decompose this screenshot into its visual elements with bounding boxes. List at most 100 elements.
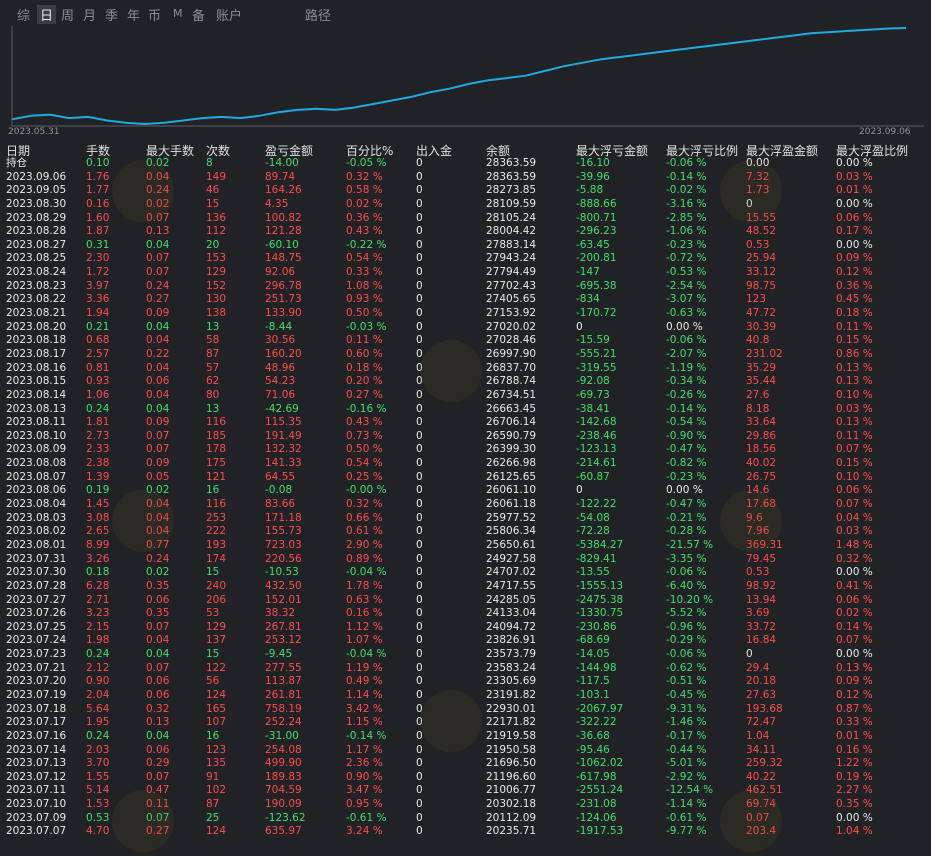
- cell-profit: 723.03: [265, 538, 302, 551]
- cell-balance: 23573.79: [486, 648, 537, 661]
- cell-date: 2023.08.03: [6, 511, 67, 524]
- cell-lots: 1.39: [86, 470, 110, 483]
- table-row: 2023.08.10 2.73 0.07 185 191.49 0.73 % 0 26590.…: [0, 430, 931, 444]
- cell-deposit: 0: [416, 266, 423, 279]
- cell-max-float-profit: 27.6: [746, 388, 770, 401]
- tab-account[interactable]: 账户: [216, 5, 242, 24]
- cell-profit: 261.81: [265, 688, 302, 701]
- table-header: 日期 手数 最大手数 次数 盈亏金额 百分比% 出入金 余额 最大浮亏金额 最大…: [0, 142, 931, 158]
- cell-max-lots: 0.22: [146, 347, 170, 360]
- cell-max-float-loss: -555.21: [576, 347, 617, 360]
- cell-deposit: 0: [416, 443, 423, 456]
- cell-deposit: 0: [416, 757, 423, 770]
- cell-date: 2023.07.20: [6, 675, 67, 688]
- cell-deposit: 0: [416, 429, 423, 442]
- cell-max-float-profit: 231.02: [746, 347, 783, 360]
- cell-trades: 253: [206, 511, 227, 524]
- cell-max-lots: 0.09: [146, 457, 170, 470]
- cell-max-float-loss: -296.23: [576, 225, 617, 238]
- cell-profit: 89.74: [265, 170, 296, 183]
- cell-max-float-profit-ratio: 0.01 %: [836, 729, 873, 742]
- cell-date: 2023.07.09: [6, 811, 67, 824]
- cell-date: 2023.08.13: [6, 402, 67, 415]
- cell-max-float-profit-ratio: 0.86 %: [836, 347, 873, 360]
- cell-date: 2023.07.23: [6, 648, 67, 661]
- cell-max-float-loss: 0: [576, 484, 583, 497]
- cell-balance: 20235.71: [486, 825, 537, 838]
- cell-trades: 13: [206, 402, 220, 415]
- cell-trades: 15: [206, 197, 220, 210]
- cell-balance: 25650.61: [486, 538, 537, 551]
- cell-balance: 26266.98: [486, 457, 537, 470]
- cell-trades: 240: [206, 579, 227, 592]
- cell-max-float-profit-ratio: 0.13 %: [836, 661, 873, 674]
- cell-max-lots: 0.04: [146, 648, 170, 661]
- cell-lots: 0.16: [86, 197, 110, 210]
- cell-max-float-loss-ratio: -0.17 %: [666, 729, 707, 742]
- cell-max-float-loss-ratio: -3.35 %: [666, 552, 707, 565]
- cell-trades: 138: [206, 307, 227, 320]
- cell-max-float-loss: -54.08: [576, 511, 610, 524]
- cell-percent: 0.50 %: [346, 307, 383, 320]
- cell-max-lots: 0.06: [146, 743, 170, 756]
- tab-yearly[interactable]: 年: [127, 5, 140, 24]
- cell-date: 2023.07.10: [6, 798, 67, 811]
- cell-profit: -60.10: [265, 238, 299, 251]
- tab-weekly[interactable]: 周: [61, 5, 74, 24]
- cell-trades: 124: [206, 688, 227, 701]
- cell-max-lots: 0.04: [146, 334, 170, 347]
- cell-trades: 91: [206, 770, 220, 783]
- cell-max-float-profit-ratio: 0.01 %: [836, 184, 873, 197]
- tab-monthly[interactable]: 月: [83, 5, 96, 24]
- cell-balance: 26997.90: [486, 347, 537, 360]
- cell-date: 2023.08.11: [6, 416, 67, 429]
- cell-date: 2023.08.30: [6, 197, 67, 210]
- cell-lots: 6.28: [86, 579, 110, 592]
- cell-max-lots: 0.07: [146, 443, 170, 456]
- cell-date: 2023.07.17: [6, 716, 67, 729]
- table-row: 2023.08.13 0.24 0.04 13 -42.69 -0.16 % 0 26663.…: [0, 403, 931, 417]
- cell-lots: 8.99: [86, 538, 110, 551]
- cell-balance: 28363.59: [486, 157, 537, 169]
- tab-daily[interactable]: 日: [37, 5, 57, 24]
- cell-lots: 3.23: [86, 607, 110, 620]
- cell-max-lots: 0.13: [146, 716, 170, 729]
- cell-balance: 26734.51: [486, 388, 537, 401]
- tab-magic[interactable]: M: [173, 7, 183, 20]
- cell-percent: 0.33 %: [346, 266, 383, 279]
- cell-lots: 2.65: [86, 525, 110, 538]
- cell-max-float-loss: -238.46: [576, 429, 617, 442]
- cell-profit: 251.73: [265, 293, 302, 306]
- tab-notes[interactable]: 备: [192, 5, 205, 24]
- cell-max-float-loss-ratio: -0.62 %: [666, 661, 707, 674]
- cell-max-float-loss-ratio: -0.06 %: [666, 648, 707, 661]
- cell-max-lots: 0.09: [146, 416, 170, 429]
- cell-balance: 27883.14: [486, 238, 537, 251]
- cell-max-lots: 0.27: [146, 293, 170, 306]
- cell-percent: 0.54 %: [346, 457, 383, 470]
- cell-balance: 20112.09: [486, 811, 537, 824]
- cell-profit: 190.09: [265, 798, 302, 811]
- chart-end-date: 2023.09.06: [859, 127, 911, 137]
- cell-percent: 0.95 %: [346, 798, 383, 811]
- cell-balance: 26125.65: [486, 470, 537, 483]
- cell-max-float-loss: -829.41: [576, 552, 617, 565]
- table-row: 2023.07.27 2.71 0.06 206 152.01 0.63 % 0 24285.…: [0, 594, 931, 608]
- cell-date: 2023.08.24: [6, 266, 67, 279]
- tab-summary[interactable]: 综: [17, 5, 30, 24]
- cell-percent: 0.18 %: [346, 361, 383, 374]
- cell-lots: 0.21: [86, 320, 110, 333]
- cell-max-float-loss: -68.69: [576, 634, 610, 647]
- cell-balance: 26837.70: [486, 361, 537, 374]
- cell-trades: 87: [206, 798, 220, 811]
- cell-percent: 0.50 %: [346, 443, 383, 456]
- cell-max-lots: 0.04: [146, 402, 170, 415]
- cell-percent: -0.61 %: [346, 811, 387, 824]
- tab-quarterly[interactable]: 季: [105, 5, 118, 24]
- tab-path[interactable]: 路径: [305, 5, 331, 24]
- tab-symbol[interactable]: 币: [148, 5, 161, 24]
- cell-date: 2023.08.17: [6, 347, 67, 360]
- cell-max-float-profit-ratio: 0.10 %: [836, 470, 873, 483]
- cell-max-float-profit-ratio: 0.10 %: [836, 388, 873, 401]
- cell-trades: 57: [206, 361, 220, 374]
